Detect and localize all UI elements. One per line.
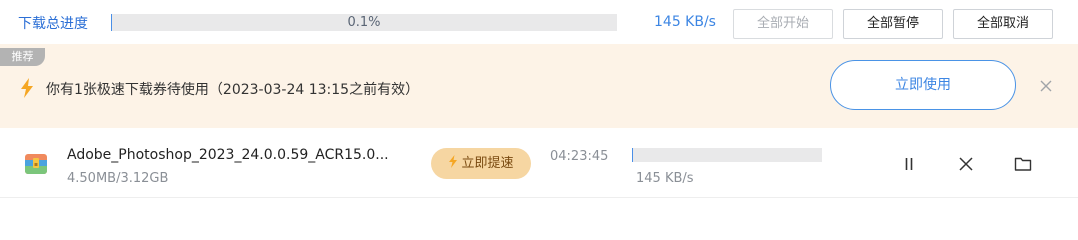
start-all-button[interactable]: 全部开始 — [733, 9, 833, 39]
total-progress-title: 下载总进度 — [18, 16, 88, 32]
total-progress-text: 0.1% — [347, 15, 381, 30]
lightning-icon — [21, 78, 33, 98]
pause-icon[interactable] — [900, 155, 918, 173]
cancel-icon[interactable] — [957, 155, 975, 173]
download-progress-bar — [632, 148, 822, 162]
file-size: 4.50MB/3.12GB — [67, 171, 169, 186]
folder-icon[interactable] — [1014, 155, 1032, 173]
coupon-message: 你有1张极速下载券待使用（2023-03-24 13:15之前有效） — [46, 82, 420, 98]
total-progress-bar: 0.1% — [111, 14, 617, 31]
time-remaining: 04:23:45 — [550, 149, 609, 164]
boost-label: 立即提速 — [461, 156, 514, 171]
archive-file-icon — [25, 154, 47, 174]
download-speed: 145 KB/s — [636, 171, 694, 186]
use-now-button[interactable]: 立即使用 — [830, 60, 1016, 110]
lightning-icon — [449, 155, 458, 168]
pause-all-button[interactable]: 全部暂停 — [843, 9, 943, 39]
recommend-tag: 推荐 — [0, 48, 45, 66]
boost-button[interactable]: 立即提速 — [431, 148, 531, 179]
file-name: Adobe_Photoshop_2023_24.0.0.59_ACR15.0..… — [67, 147, 389, 163]
close-icon[interactable] — [1038, 78, 1054, 94]
cancel-all-button[interactable]: 全部取消 — [953, 9, 1053, 39]
download-row[interactable]: Adobe_Photoshop_2023_24.0.0.59_ACR15.0..… — [0, 128, 1078, 198]
coupon-banner: 推荐 你有1张极速下载券待使用（2023-03-24 13:15之前有效） 立即… — [0, 44, 1078, 128]
download-toolbar: 下载总进度 0.1% 145 KB/s 全部开始 全部暂停 全部取消 — [0, 0, 1078, 44]
total-speed: 145 KB/s — [654, 14, 716, 30]
